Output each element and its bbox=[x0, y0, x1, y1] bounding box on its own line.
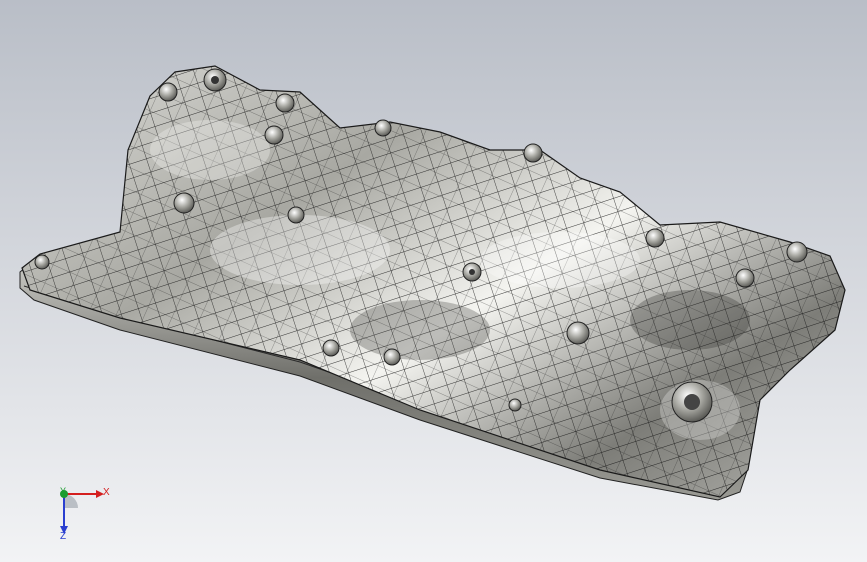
z-axis-label: Z bbox=[60, 531, 67, 542]
graphics-viewport[interactable]: X Y Z bbox=[0, 0, 867, 562]
intake-manifold-mesh-model[interactable] bbox=[0, 0, 867, 562]
coordinate-triad: X Y Z bbox=[40, 480, 120, 550]
y-axis-label: Y bbox=[60, 486, 67, 496]
x-axis-label: X bbox=[103, 487, 110, 498]
